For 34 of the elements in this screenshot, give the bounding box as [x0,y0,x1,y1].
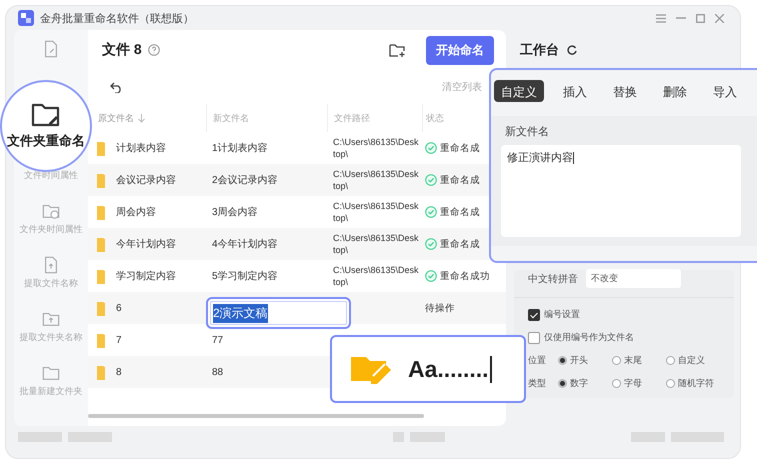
table-cell: 6 [116,302,122,314]
field-label: 新文件名 [505,124,550,139]
file-count-title: 文件 8 [102,41,142,59]
window-title: 金舟批量重命名软件（联想版） [40,12,194,26]
table-cell: C:\Users\86135\Desktop\ [333,168,419,192]
preview-text: Aa........ [408,356,492,382]
radio-group-label: 位置 [528,354,547,367]
table-cell: 88 [212,366,224,378]
table-cell: 7 [116,334,122,346]
table-cell: C:\Users\86135\Desktop\ [333,200,419,224]
table-cell-text: 学习制定内容 [116,270,176,283]
table-cell-text: 计划表内容 [116,142,166,155]
table-cell: 重命名成 [440,174,480,186]
table-cell: 重命名成功 [440,270,490,282]
table-cell-text: 2会议记录内容 [212,174,278,187]
table-cell: 重命名成 [440,206,480,218]
table-cell-text: 会议记录内容 [116,174,176,187]
table-cell-text: 1计划表内容 [212,142,268,155]
table-cell-text: 5学习制定内容 [212,270,278,283]
radio-group-label: 类型 [528,377,547,390]
table-cell: C:\Users\86135\Desktop\ [333,136,419,160]
table-cell-text: 3周会内容 [212,206,258,219]
table-cell-text: 4今年计划内容 [212,238,278,251]
table-cell: 77 [212,334,224,346]
table-cell: 8 [116,366,122,378]
table-cell: 重命名成 [440,238,480,250]
table-cell: C:\Users\86135\Desktop\ [333,232,419,256]
table-cell: 重命名成 [440,142,480,154]
table-cell: 待操作 [425,302,455,314]
pinyin-label: 中文转拼音 [528,272,578,286]
table-cell-text: 今年计划内容 [116,238,176,251]
table-cell: C:\Users\86135\Desktop\ [333,264,419,288]
workbench-title: 工作台 [520,41,559,59]
table-cell-text: 周会内容 [116,206,156,219]
